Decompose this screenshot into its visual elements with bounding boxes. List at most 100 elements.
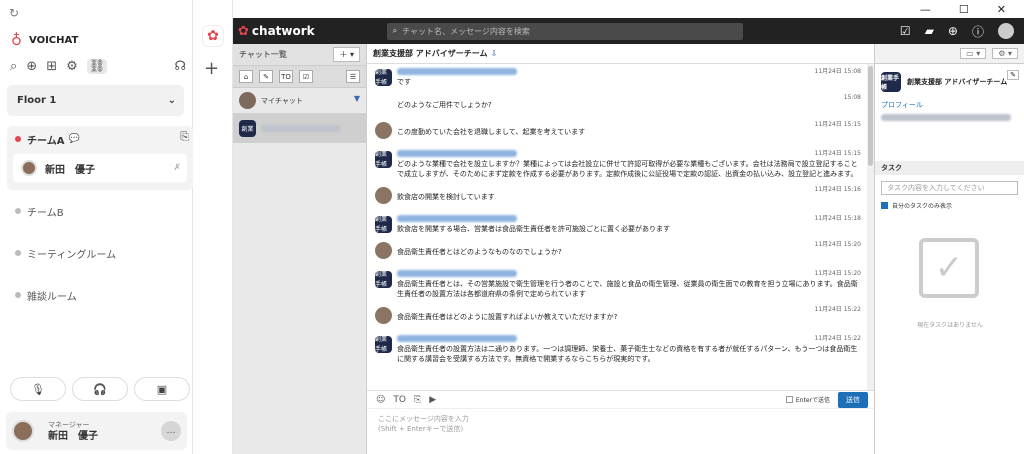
avatar bbox=[375, 187, 392, 204]
floor-select[interactable]: Floor 1 ⌄ bbox=[7, 85, 184, 116]
add-room-icon[interactable]: ⊞ bbox=[46, 59, 57, 74]
room-meeting[interactable]: ミーティングルーム bbox=[0, 232, 192, 274]
empty-task-icon: ✓ bbox=[919, 238, 979, 298]
filter-home-icon[interactable]: ⌂ bbox=[239, 70, 253, 83]
message-list: 創業手帳 11月24日 15:08 です 15:08 どのようなご用件でしょうか? 11月… bbox=[367, 64, 867, 390]
blurred-profile bbox=[881, 114, 1011, 121]
message-time: 11月24日 15:15 bbox=[814, 121, 861, 128]
scroll-thumb[interactable] bbox=[868, 66, 873, 166]
active-dot-icon bbox=[15, 136, 21, 142]
message-time: 11月24日 15:20 bbox=[814, 241, 861, 248]
chatwork-window: ✿ chatwork ⌕ チャット名、メッセージ内容を検索 ☑ ▰ ⊕ ⓘ チャット… bbox=[233, 18, 1024, 454]
search-input[interactable]: ⌕ チャット名、メッセージ内容を検索 bbox=[386, 22, 743, 40]
message-text: どのようなご用件でしょうか? bbox=[397, 101, 492, 109]
minimize-icon[interactable]: — bbox=[920, 3, 931, 16]
blurred-name bbox=[397, 270, 517, 277]
search-placeholder: チャット名、メッセージ内容を検索 bbox=[402, 26, 530, 36]
room-name: チームB bbox=[27, 207, 64, 219]
app-rail: ✿ + bbox=[193, 0, 233, 454]
blurred-room-name bbox=[261, 124, 341, 132]
app-name: VOICHAT bbox=[29, 34, 79, 46]
window-controls: — ☐ ✕ bbox=[234, 0, 1024, 18]
chat-bubble-icon[interactable]: … bbox=[161, 421, 181, 441]
room-badge-icon: 創業手帳 bbox=[375, 216, 392, 233]
chat-bubble-icon[interactable]: 💬 bbox=[68, 134, 79, 144]
filter-list-icon[interactable]: ☰ bbox=[346, 70, 360, 83]
mic-button[interactable]: 🎙 bbox=[10, 377, 66, 401]
message-item: 11月24日 15:16 飲食店の開業を検討しています bbox=[367, 182, 867, 211]
task-input[interactable]: タスク内容を入力してください bbox=[881, 181, 1018, 195]
user-profile[interactable]: マネージャー 新田 優子 … bbox=[6, 412, 187, 450]
app-brand: ♁ VOICHAT bbox=[0, 26, 192, 54]
mic-muted-icon: 🎙 bbox=[31, 382, 45, 396]
message-time: 11月24日 15:18 bbox=[814, 215, 861, 222]
add-user-icon[interactable]: ⊕ bbox=[26, 59, 37, 74]
user-role: マネージャー bbox=[48, 421, 90, 429]
room-title: 創業支援部 アドバイザーチーム bbox=[373, 49, 488, 58]
chatwork-app-icon[interactable]: ✿ bbox=[202, 25, 224, 47]
folder-icon[interactable]: ▰ bbox=[925, 24, 934, 38]
link-icon[interactable]: ⛓ bbox=[86, 58, 108, 74]
video-icon[interactable]: ▶ bbox=[429, 395, 436, 405]
contact-add-icon[interactable]: ⊕ bbox=[948, 24, 958, 38]
header-icons: ☑ ▰ ⊕ ⓘ bbox=[900, 23, 1024, 40]
room-badge-icon: 創業手帳 bbox=[375, 151, 392, 168]
edit-icon[interactable]: ✎ bbox=[1007, 70, 1019, 80]
blurred-name bbox=[397, 335, 517, 342]
own-task-label: 自分のタスクのみ表示 bbox=[892, 203, 953, 210]
room-team-a[interactable]: チームA 💬 ⎘ 新田 優子 ✗ bbox=[7, 126, 193, 190]
add-app-icon[interactable]: + bbox=[204, 58, 219, 79]
chatwork-logo[interactable]: ✿ chatwork bbox=[238, 24, 315, 39]
to-icon[interactable]: TO bbox=[393, 395, 406, 405]
send-button[interactable]: 送信 bbox=[838, 391, 868, 408]
task-check-icon[interactable]: ☑ bbox=[900, 24, 911, 38]
refresh-icon[interactable]: ↻ bbox=[9, 6, 19, 20]
voichat-pane: ↻ ♁ VOICHAT ⌕ ⊕ ⊞ ⚙ ⛓ ☊ Floor 1 ⌄ チームA 💬 ⎘ … bbox=[0, 0, 193, 454]
room-mychat[interactable]: マイチャット ▼ bbox=[233, 88, 366, 113]
scrollbar[interactable] bbox=[867, 64, 874, 390]
screen-share-button[interactable]: ▣ bbox=[134, 377, 190, 401]
search-icon[interactable]: ⌕ bbox=[10, 59, 17, 74]
headset-icon[interactable]: ☊ bbox=[174, 59, 186, 74]
settings-button[interactable]: ⚙ ▾ bbox=[992, 48, 1018, 59]
attach-icon[interactable]: ⎘ bbox=[414, 395, 421, 405]
speaker-icon[interactable]: ⎘ bbox=[180, 130, 189, 144]
avatar bbox=[12, 420, 34, 442]
room-team-b[interactable]: チームB bbox=[0, 190, 192, 232]
input-hint: (Shift + Enterキーで送信) bbox=[378, 425, 464, 433]
folder-button[interactable]: ▭ ▾ bbox=[960, 48, 987, 59]
message-item: 11月24日 15:20 食品衛生責任者とはどのようなものなのでしょうか? bbox=[367, 237, 867, 266]
room-advisor-team[interactable]: 創業 bbox=[233, 113, 366, 143]
blurred-sender bbox=[397, 68, 861, 77]
message-input[interactable]: ここにメッセージ内容を入力 (Shift + Enterキーで送信) bbox=[367, 408, 874, 454]
user-name: 新田 優子 bbox=[48, 431, 98, 442]
message-time: 11月24日 15:08 bbox=[814, 68, 861, 75]
maximize-icon[interactable]: ☐ bbox=[959, 3, 969, 16]
chat-list-sidebar: チャット一覧 ＋ ▾ ⌂ ✎ TO ☑ ☰ マイチャット ▼ 創業 bbox=[233, 44, 367, 454]
filter-task-icon[interactable]: ☑ bbox=[299, 70, 313, 83]
profile-link[interactable]: プロフィール bbox=[875, 100, 1024, 110]
filter-unread-icon[interactable]: ✎ bbox=[259, 70, 273, 83]
room-name: マイチャット bbox=[261, 96, 303, 105]
room-badge-icon: 創業 bbox=[239, 119, 256, 137]
message-text: 食品衛生責任者とは、その営業施設で衛生管理を行う者のことで、施設と食品の衛生管理… bbox=[397, 280, 858, 298]
headphone-button[interactable]: 🎧 bbox=[72, 377, 128, 401]
close-icon[interactable]: ✕ bbox=[997, 3, 1006, 16]
pin-icon[interactable]: ⇩ bbox=[491, 49, 498, 58]
emoji-icon[interactable]: ☺ bbox=[376, 395, 385, 405]
room-chat[interactable]: 雑談ルーム bbox=[0, 274, 192, 316]
room-dot-icon bbox=[15, 250, 21, 256]
gear-icon[interactable]: ⚙ bbox=[66, 59, 78, 74]
avatar[interactable] bbox=[998, 23, 1014, 39]
room-member[interactable]: 新田 優子 ✗ bbox=[13, 154, 187, 182]
info-icon[interactable]: ⓘ bbox=[972, 23, 984, 40]
enter-to-send-checkbox[interactable]: Enterで送信 bbox=[785, 395, 830, 404]
room-badge-icon: 創業手帳 bbox=[881, 72, 901, 92]
own-task-checkbox[interactable]: 自分のタスクのみ表示 bbox=[881, 201, 1018, 210]
headphone-icon: 🎧 bbox=[93, 382, 107, 396]
message-text: 飲食店の開業を検討しています bbox=[397, 193, 495, 201]
add-chat-button[interactable]: ＋ ▾ bbox=[333, 47, 360, 62]
filter-to-icon[interactable]: TO bbox=[279, 70, 293, 83]
message-time: 11月24日 15:22 bbox=[814, 306, 861, 313]
voichat-toolbar: ⌕ ⊕ ⊞ ⚙ ⛓ ☊ bbox=[0, 54, 192, 78]
